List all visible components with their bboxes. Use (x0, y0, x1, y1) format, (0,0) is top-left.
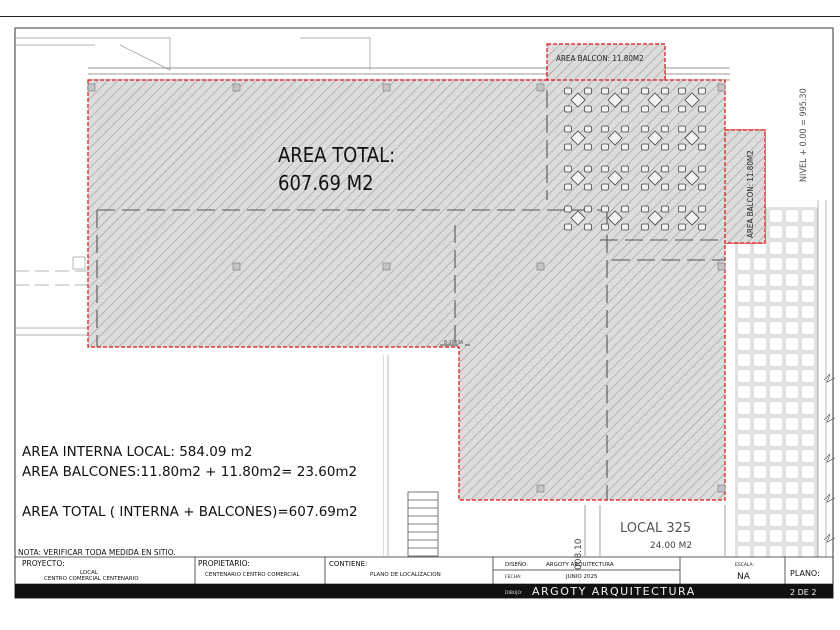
escala-value: NA (737, 572, 751, 582)
chair (641, 105, 649, 113)
chair (621, 143, 629, 151)
local-325-name: LOCAL 325 (620, 521, 691, 536)
chair (601, 105, 609, 113)
chair (661, 87, 669, 95)
dibujo-label: DIBUJO: (505, 590, 522, 596)
diseno-value: ARGOTY ARQUITECTURA (546, 562, 614, 568)
site-note: NOTA: VERIFICAR TODA MEDIDA EN SITIO. (18, 548, 176, 557)
chair (661, 105, 669, 113)
plano-label: PLANO: (790, 569, 820, 578)
chair (564, 87, 572, 95)
diseno-label: DISEÑO: (505, 561, 528, 568)
propietario-label: PROPIETARIO: (198, 559, 250, 568)
chair (678, 143, 686, 151)
floor-plan-drawing: AREA TOTAL: 607.69 M2 AREA BALCON: 11.80… (14, 27, 836, 599)
chair (564, 223, 572, 231)
chair (621, 165, 629, 173)
chair (584, 143, 592, 151)
chair (584, 165, 592, 173)
chair (621, 183, 629, 191)
chair (601, 223, 609, 231)
chair (641, 183, 649, 191)
chair (564, 125, 572, 133)
column-tag: B-1003A (444, 340, 464, 346)
chair (698, 87, 706, 95)
chair (584, 223, 592, 231)
chair (621, 125, 629, 133)
chair (584, 125, 592, 133)
level-label: NIVEL + 0.00 = 995.30 (799, 88, 809, 182)
chair (678, 205, 686, 213)
balcony-top-label: AREA BALCON: 11.80M2 (556, 54, 644, 63)
chair (661, 165, 669, 173)
chair (678, 165, 686, 173)
proyecto-value-2: CENTRO COMERCIAL CENTENARIO (44, 576, 139, 582)
stair (407, 491, 439, 557)
chair (661, 125, 669, 133)
area-total-value: 607.69 M2 (278, 171, 374, 195)
contiene-label: CONTIENE: (329, 560, 367, 568)
chair (698, 125, 706, 133)
proyecto-label: PROYECTO: (22, 559, 65, 568)
chair (641, 205, 649, 213)
summary-total: AREA TOTAL ( INTERNA + BALCONES)=607.69m… (22, 504, 358, 520)
chair (698, 143, 706, 151)
summary-internal: AREA INTERNA LOCAL: 584.09 m2 (22, 444, 253, 460)
chair (601, 205, 609, 213)
chair (564, 143, 572, 151)
chair (564, 165, 572, 173)
balcony-right-label: AREA BALCON: 11.80M2 (746, 150, 755, 238)
chair (601, 165, 609, 173)
title-bar (15, 584, 833, 598)
chair (641, 223, 649, 231)
chair (678, 125, 686, 133)
chair (641, 87, 649, 95)
firm-name: ARGOTY ARQUITECTURA (532, 585, 696, 598)
chair (678, 87, 686, 95)
chair (621, 223, 629, 231)
escala-label: ESCALA: (735, 562, 754, 568)
chair (661, 205, 669, 213)
chair (584, 183, 592, 191)
chair (661, 223, 669, 231)
chair (698, 165, 706, 173)
chair (621, 105, 629, 113)
chair (601, 183, 609, 191)
chair (584, 205, 592, 213)
fecha-label: FECHA: (505, 574, 521, 580)
right-edge-lines (817, 200, 827, 557)
chair (641, 143, 649, 151)
chair (641, 125, 649, 133)
chair (584, 87, 592, 95)
chair (621, 87, 629, 95)
chair (698, 183, 706, 191)
chair (698, 223, 706, 231)
chair (621, 205, 629, 213)
chair (564, 183, 572, 191)
chair (698, 205, 706, 213)
chair (678, 105, 686, 113)
chair (678, 183, 686, 191)
sheet-number: 2 DE 2 (790, 588, 816, 597)
chair (698, 105, 706, 113)
contiene-value: PLANO DE LOCALIZACION (370, 572, 441, 578)
paver-zone (735, 207, 818, 557)
chair (641, 165, 649, 173)
chair (678, 223, 686, 231)
chair (601, 87, 609, 95)
chair (601, 125, 609, 133)
chair (661, 143, 669, 151)
fecha-value: JUNIO 2025 (565, 574, 598, 580)
summary-balconies: AREA BALCONES:11.80m2 + 11.80m2= 23.60m2 (22, 464, 357, 480)
propietario-value: CENTENARIO CENTRO COMERCIAL (205, 572, 301, 578)
balcony-right (724, 129, 766, 244)
chair (584, 105, 592, 113)
chair (661, 183, 669, 191)
area-total-label: AREA TOTAL: (278, 143, 395, 167)
local-325-area: 24.00 M2 (650, 541, 692, 551)
chair (601, 143, 609, 151)
chair (564, 205, 572, 213)
chair (564, 105, 572, 113)
